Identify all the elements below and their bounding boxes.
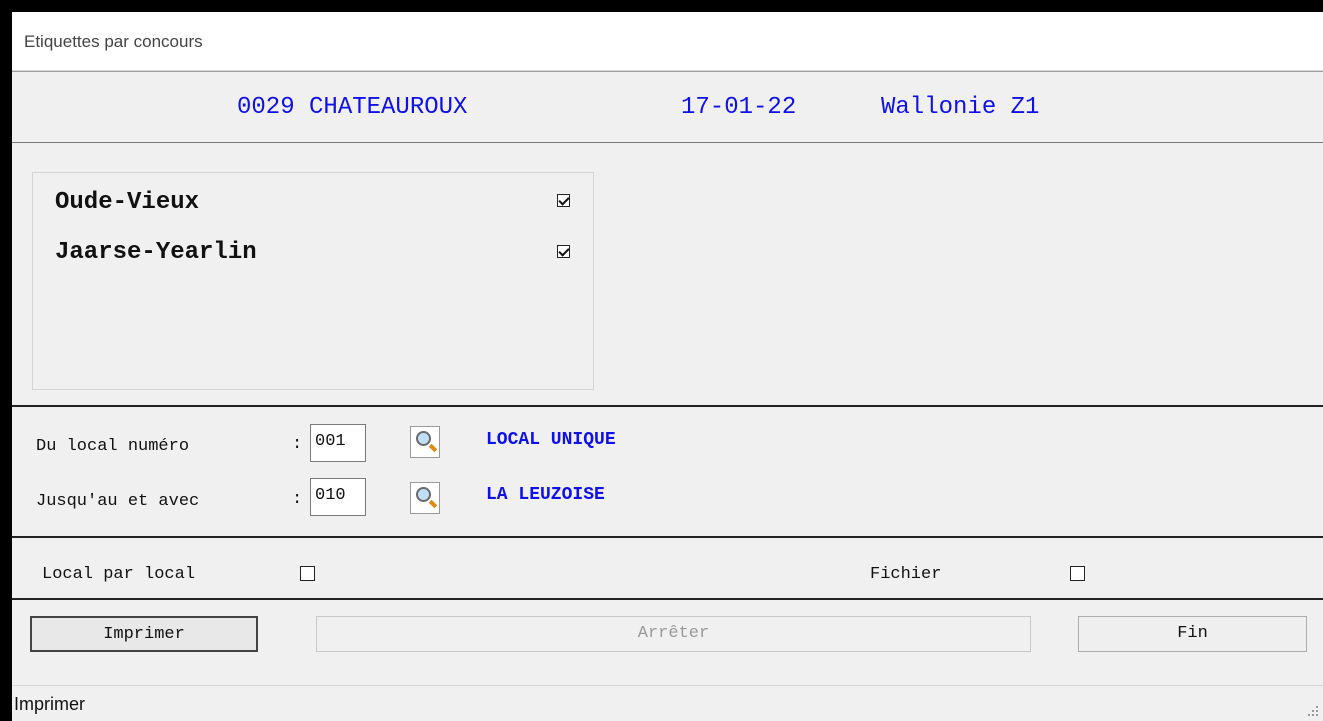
category-checkbox-jaarse-yearlin[interactable] (557, 245, 570, 258)
divider (12, 598, 1323, 600)
magnifier-icon (416, 431, 431, 446)
contest-region: Wallonie Z1 (881, 94, 1040, 121)
end-button[interactable]: Fin (1078, 616, 1307, 652)
to-local-name: LA LEUZOISE (486, 485, 605, 505)
contest-name: 0029 CHATEAUROUX (237, 94, 468, 121)
local-par-local-label: Local par local (42, 565, 196, 584)
to-local-separator: : (292, 490, 303, 509)
stop-button[interactable]: Arrêter (316, 616, 1031, 652)
window-title: Etiquettes par concours (24, 32, 203, 51)
from-local-label: Du local numéro (36, 437, 190, 456)
category-label-jaarse-yearlin: Jaarse-Yearlin (55, 239, 257, 266)
title-bar: Etiquettes par concours (12, 12, 1323, 71)
magnifier-icon (416, 487, 431, 502)
contest-header: 0029 CHATEAUROUX 17-01-22 Wallonie Z1 (12, 71, 1323, 143)
print-button[interactable]: Imprimer (30, 616, 258, 652)
divider (12, 536, 1323, 538)
fichier-checkbox[interactable] (1070, 566, 1085, 581)
status-bar: Imprimer (12, 685, 1323, 721)
divider (12, 405, 1323, 407)
from-local-name: LOCAL UNIQUE (486, 430, 616, 450)
status-text: Imprimer (14, 694, 85, 714)
to-local-label: Jusqu'au et avec (36, 492, 200, 511)
category-label-oude-vieux: Oude-Vieux (55, 189, 200, 216)
from-local-search-button[interactable] (410, 426, 440, 458)
contest-date: 17-01-22 (681, 94, 797, 121)
from-local-separator: : (292, 435, 303, 454)
to-local-search-button[interactable] (410, 482, 440, 514)
category-group: Oude-Vieux Jaarse-Yearlin (32, 172, 594, 390)
category-checkbox-oude-vieux[interactable] (557, 194, 570, 207)
window: Etiquettes par concours 0029 CHATEAUROUX… (12, 12, 1323, 721)
to-local-input[interactable]: 010 (310, 478, 366, 516)
local-par-local-checkbox[interactable] (300, 566, 315, 581)
fichier-label: Fichier (870, 565, 942, 584)
from-local-input[interactable]: 001 (310, 424, 366, 462)
resize-grip-icon[interactable] (1307, 705, 1319, 717)
